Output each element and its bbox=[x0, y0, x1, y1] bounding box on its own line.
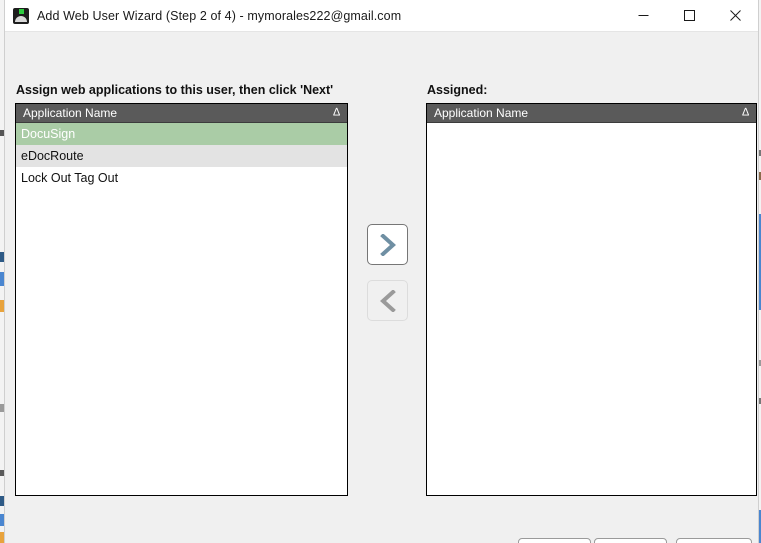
available-list-rows: DocuSign eDocRoute Lock Out Tag Out bbox=[16, 123, 347, 189]
available-list-header[interactable]: Application Name ∆ bbox=[16, 104, 347, 123]
title-bar[interactable]: Add Web User Wizard (Step 2 of 4) - mymo… bbox=[5, 0, 758, 32]
back-button[interactable]: < Back bbox=[518, 538, 591, 543]
dialog-window: Add Web User Wizard (Step 2 of 4) - mymo… bbox=[4, 0, 759, 543]
dialog-body: Assign web applications to this user, th… bbox=[5, 32, 758, 543]
chevron-right-icon bbox=[379, 233, 396, 256]
screen: Add Web User Wizard (Step 2 of 4) - mymo… bbox=[0, 0, 761, 543]
sort-ascending-icon[interactable]: ∆ bbox=[333, 107, 340, 119]
close-icon bbox=[729, 10, 741, 21]
available-column-header-application-name: Application Name bbox=[23, 106, 118, 120]
list-item[interactable]: eDocRoute bbox=[16, 145, 347, 167]
minimize-icon bbox=[638, 15, 648, 16]
maximize-button[interactable] bbox=[666, 0, 712, 31]
assigned-label: Assigned: bbox=[427, 83, 488, 97]
app-icon bbox=[13, 7, 29, 24]
available-applications-list[interactable]: Application Name ∆ DocuSign eDocRoute Lo… bbox=[15, 103, 348, 496]
assign-application-button[interactable] bbox=[367, 224, 408, 265]
sort-ascending-icon[interactable]: ∆ bbox=[742, 107, 749, 119]
list-item-label: eDocRoute bbox=[21, 149, 84, 163]
list-item-label: DocuSign bbox=[21, 127, 76, 141]
window-controls bbox=[620, 0, 758, 31]
next-button[interactable]: Next > bbox=[594, 538, 667, 543]
window-title: Add Web User Wizard (Step 2 of 4) - mymo… bbox=[37, 8, 402, 23]
minimize-button[interactable] bbox=[620, 0, 666, 31]
assigned-column-header-application-name: Application Name bbox=[434, 106, 529, 120]
chevron-left-icon bbox=[379, 289, 396, 312]
instruction-text: Assign web applications to this user, th… bbox=[16, 83, 334, 97]
unassign-application-button[interactable] bbox=[367, 280, 408, 321]
cancel-button[interactable]: Cancel bbox=[676, 538, 752, 543]
list-item-label: Lock Out Tag Out bbox=[21, 171, 119, 185]
assigned-list-header[interactable]: Application Name ∆ bbox=[427, 104, 756, 123]
list-item[interactable]: DocuSign bbox=[16, 123, 347, 145]
close-button[interactable] bbox=[712, 0, 758, 31]
list-item[interactable]: Lock Out Tag Out bbox=[16, 167, 347, 189]
maximize-icon bbox=[683, 10, 695, 21]
assigned-applications-list[interactable]: Application Name ∆ bbox=[426, 103, 757, 496]
